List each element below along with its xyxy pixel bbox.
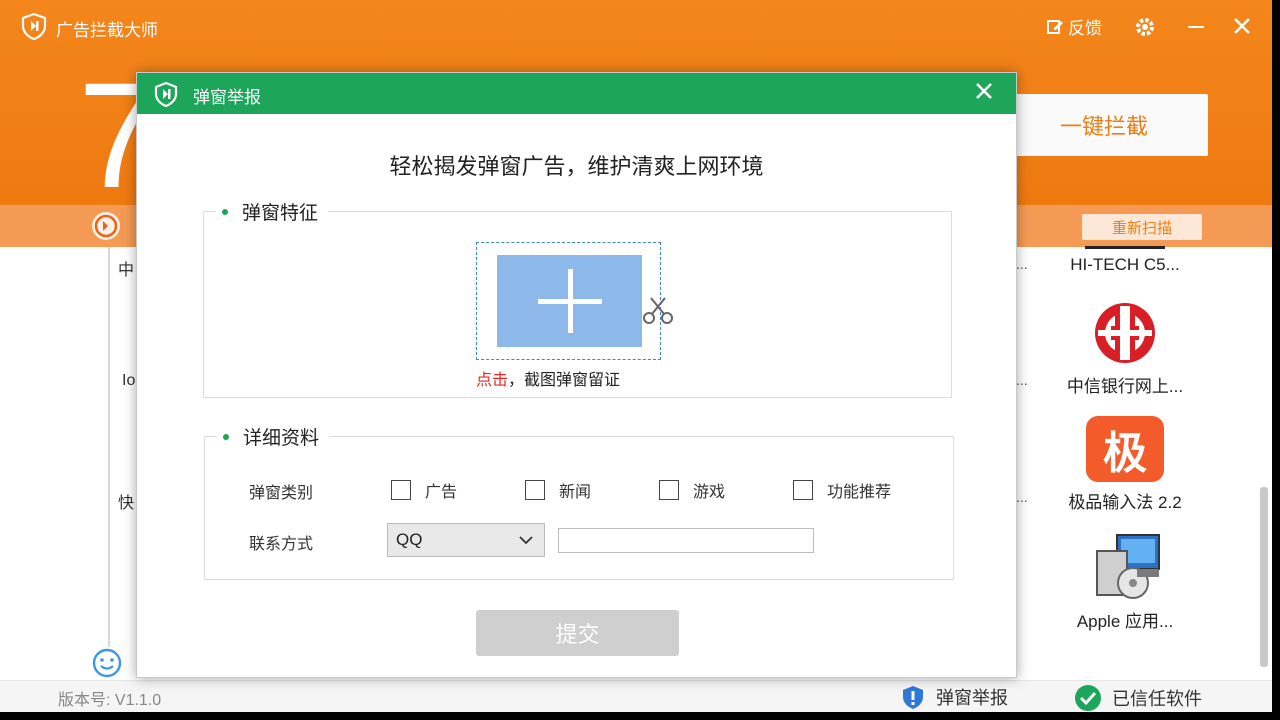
app-name: Apple 应用... (1040, 607, 1210, 632)
checkbox-feature-recommend[interactable]: 功能推荐 (793, 478, 891, 502)
feedback-button[interactable]: 反馈 (1046, 14, 1102, 39)
popup-report-dialog: 弹窗举报 轻松揭发弹窗广告，维护清爽上网环境 弹窗特征 (136, 72, 1017, 678)
shield-logo-icon (153, 81, 179, 107)
feedback-label: 反馈 (1068, 14, 1102, 39)
truncated-text: ... (1016, 256, 1028, 272)
chevron-down-icon (518, 535, 534, 545)
checkbox-label: 广告 (425, 478, 457, 502)
shield-badge-icon (90, 210, 122, 242)
jipin-ime-icon: 极 (1086, 416, 1164, 482)
checkbox-game[interactable]: 游戏 (659, 478, 725, 502)
features-section: 弹窗特征 点击，截图弹窗留证 (203, 211, 952, 398)
select-value: QQ (396, 530, 422, 550)
section-legend: 详细资料 (217, 423, 329, 450)
checkbox-news[interactable]: 新闻 (525, 478, 591, 502)
checkbox-label: 功能推荐 (827, 478, 891, 502)
app-name: 中信银行网上... (1040, 372, 1210, 397)
checkbox-label: 新闻 (559, 478, 591, 502)
dialog-title: 弹窗举报 (193, 83, 261, 108)
capture-caption-text: ，截图弹窗留证 (508, 372, 620, 389)
app-list-item[interactable]: HI-TECH C5... (1040, 246, 1210, 275)
minimize-icon[interactable] (1186, 16, 1206, 36)
contact-label: 联系方式 (249, 530, 313, 554)
check-circle-icon (1074, 684, 1102, 712)
capture-caption: 点击，截图弹窗留证 (476, 366, 620, 390)
list-item-fragment: 中 (118, 256, 134, 280)
one-click-block-button[interactable]: 一键拦截 (1000, 94, 1208, 156)
footer-report-button[interactable]: 弹窗举报 (900, 684, 1008, 710)
list-item-fragment: 快 (118, 489, 134, 513)
contact-input[interactable] (558, 528, 814, 553)
close-icon (974, 81, 994, 101)
screen-border (1272, 0, 1280, 720)
footer-trusted-label: 已信任软件 (1112, 685, 1202, 711)
scissors-icon (641, 294, 675, 328)
shield-icon (900, 684, 926, 710)
dialog-close-button[interactable] (974, 81, 994, 106)
ad-blocker-main-window: 广告拦截大师 反馈 7 一键拦截 重新扫描 中 Io 快 ... ... ...… (0, 0, 1280, 720)
close-icon[interactable] (1232, 16, 1252, 36)
footer-report-label: 弹窗举报 (936, 684, 1008, 710)
app-title: 广告拦截大师 (56, 16, 158, 41)
screen-border (0, 712, 1280, 720)
installer-icon (1085, 533, 1165, 601)
details-section: 详细资料 弹窗类别 广告 新闻 游戏 功能推荐 联系方式 QQ (204, 436, 954, 580)
green-dot-icon (223, 434, 229, 440)
truncated-text: ... (1016, 372, 1028, 388)
capture-click-link[interactable]: 点击 (476, 372, 508, 389)
gear-icon[interactable] (1134, 16, 1156, 38)
rescan-button[interactable]: 重新扫描 (1082, 214, 1202, 240)
green-dot-icon (222, 209, 228, 215)
smiley-icon[interactable] (92, 648, 122, 678)
list-divider (108, 247, 110, 647)
checkbox-box[interactable] (659, 480, 679, 500)
citic-bank-logo-icon (1085, 300, 1165, 366)
contact-type-select[interactable]: QQ (387, 523, 545, 557)
checkbox-box[interactable] (793, 480, 813, 500)
list-item-fragment: Io (122, 372, 135, 390)
checkbox-box[interactable] (525, 480, 545, 500)
section-title: 详细资料 (243, 423, 319, 450)
checkbox-label: 游戏 (693, 478, 725, 502)
truncated-text: ... (1016, 489, 1028, 505)
app-list-item[interactable]: 极 极品输入法 2.2 (1040, 416, 1210, 513)
dialog-titlebar (137, 73, 1016, 114)
app-list-item[interactable]: 中信银行网上... (1040, 300, 1210, 397)
submit-button[interactable]: 提交 (476, 610, 679, 656)
plus-icon (535, 266, 605, 336)
app-list-item[interactable]: Apple 应用... (1040, 533, 1210, 632)
version-label: 版本号: V1.1.0 (58, 686, 161, 710)
capture-placeholder (497, 255, 642, 347)
footer-trusted-button[interactable]: 已信任软件 (1074, 684, 1202, 712)
scrollbar[interactable] (1260, 487, 1268, 667)
category-label: 弹窗类别 (249, 479, 313, 503)
screenshot-capture-area[interactable] (476, 242, 661, 360)
shield-logo-icon (20, 12, 48, 40)
section-legend: 弹窗特征 (216, 198, 328, 225)
dialog-heading: 轻松揭发弹窗广告，维护清爽上网环境 (137, 149, 1016, 181)
app-name: HI-TECH C5... (1040, 255, 1210, 275)
checkbox-box[interactable] (391, 480, 411, 500)
edit-icon (1046, 18, 1064, 36)
app-name: 极品输入法 2.2 (1040, 488, 1210, 513)
section-title: 弹窗特征 (242, 198, 318, 225)
checkbox-ad[interactable]: 广告 (391, 478, 457, 502)
